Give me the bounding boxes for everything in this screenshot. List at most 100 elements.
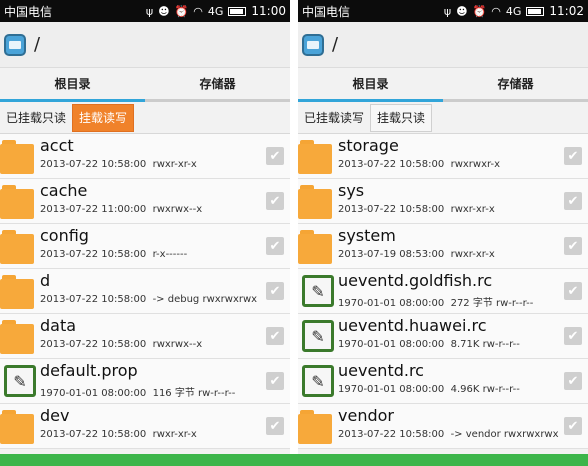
file-meta: 2013-07-22 10:58:00 -> vendor rwxrwxrwx <box>338 429 559 440</box>
file-date: 2013-07-22 10:58:00 <box>338 429 445 440</box>
select-checkbox[interactable]: ✔ <box>266 372 284 390</box>
tab-bar: 根目录 存储器 <box>0 68 290 102</box>
status-bar: 中国电信 ψ ☻ ⏰ ◠ 4G 11:00 <box>0 0 290 22</box>
file-attributes: -> debug rwxrwxrwx <box>152 294 258 305</box>
select-checkbox[interactable]: ✔ <box>564 282 582 300</box>
file-attributes: rwxrwx--x <box>152 204 203 215</box>
file-name: storage <box>338 136 399 155</box>
file-attributes: rwxrwx--x <box>152 339 203 350</box>
file-meta: 2013-07-22 11:00:00 rwxrwx--x <box>40 204 202 215</box>
file-date: 2013-07-22 10:58:00 <box>40 429 147 440</box>
app-icon[interactable] <box>4 33 26 56</box>
file-date: 2013-07-22 10:58:00 <box>338 159 445 170</box>
file-attributes: -> vendor rwxrwxrwx <box>450 429 559 440</box>
file-meta: 2013-07-22 10:58:00 rwxr-xr-x <box>40 429 197 440</box>
file-date: 1970-01-01 08:00:00 <box>40 388 147 399</box>
file-name: cache <box>40 181 88 200</box>
select-checkbox[interactable]: ✔ <box>266 147 284 165</box>
file-date: 2013-07-22 10:58:00 <box>40 159 147 170</box>
file-date: 2013-07-19 08:53:00 <box>338 249 445 260</box>
mount-readonly-button[interactable]: 挂载只读 <box>370 103 433 132</box>
file-name: dev <box>40 406 70 425</box>
file-attributes: 272 字节 rw-r--r-- <box>450 298 534 309</box>
file-list: storage 2013-07-22 10:58:00 rwxrwxr-x ✔ sys… <box>298 134 588 449</box>
mounted-readwrite-label: 已挂载读写 <box>304 111 365 125</box>
alarm-icon: ⏰ <box>472 4 487 18</box>
list-item[interactable]: data 2013-07-22 10:58:00 rwxrwx--x ✔ <box>0 314 290 359</box>
mount-readwrite-button[interactable]: 挂载读写 <box>72 103 135 132</box>
folder-icon <box>0 410 34 444</box>
file-attributes: r-x------ <box>152 249 188 260</box>
mounted-readonly-label: 已挂载只读 <box>6 111 67 125</box>
battery-icon <box>526 6 545 16</box>
select-checkbox[interactable]: ✔ <box>564 417 582 435</box>
clock-label: 11:02 <box>549 4 584 18</box>
select-checkbox[interactable]: ✔ <box>564 372 582 390</box>
file-name: config <box>40 226 89 245</box>
folder-icon <box>0 230 34 264</box>
file-date: 1970-01-01 08:00:00 <box>338 339 445 350</box>
file-name: ueventd.goldfish.rc <box>338 271 493 290</box>
list-item[interactable]: storage 2013-07-22 10:58:00 rwxrwxr-x ✔ <box>298 134 588 179</box>
select-checkbox[interactable]: ✔ <box>564 237 582 255</box>
usb-icon: ψ <box>145 4 154 18</box>
folder-icon <box>298 185 332 219</box>
file-name: d <box>40 271 51 290</box>
mount-bar: 已挂载只读 挂载读写 <box>0 102 290 134</box>
file-attributes: rwxr-xr-x <box>450 249 495 260</box>
list-item[interactable]: config 2013-07-22 10:58:00 r-x------ ✔ <box>0 224 290 269</box>
file-meta: 2013-07-22 10:58:00 rwxr-xr-x <box>338 204 495 215</box>
file-attributes: 4.96K rw-r--r-- <box>450 384 520 395</box>
file-name: default.prop <box>40 361 138 380</box>
select-checkbox[interactable]: ✔ <box>564 192 582 210</box>
select-checkbox[interactable]: ✔ <box>266 327 284 345</box>
folder-icon <box>0 185 34 219</box>
file-attributes: rwxr-xr-x <box>152 429 197 440</box>
current-path: / <box>332 34 339 55</box>
list-item[interactable]: ✎ default.prop 1970-01-01 08:00:00 116 字节 … <box>0 359 290 404</box>
list-item[interactable]: sys 2013-07-22 10:58:00 rwxr-xr-x ✔ <box>298 179 588 224</box>
file-meta: 1970-01-01 08:00:00 272 字节 rw-r--r-- <box>338 294 533 309</box>
tab-root[interactable]: 根目录 <box>298 68 443 102</box>
select-checkbox[interactable]: ✔ <box>266 282 284 300</box>
tab-storage[interactable]: 存储器 <box>443 68 588 102</box>
folder-icon <box>298 410 332 444</box>
right-screen: 中国电信 ψ ☻ ⏰ ◠ 4G 11:02 / 根目录 存储器 已挂载读写 挂载… <box>298 0 588 466</box>
list-item[interactable]: ✎ ueventd.goldfish.rc 1970-01-01 08:00:00 … <box>298 269 588 314</box>
list-item[interactable]: d 2013-07-22 10:58:00 -> debug rwxrwxrwx ✔ <box>0 269 290 314</box>
list-item[interactable]: vendor 2013-07-22 10:58:00 -> vendor rwxr… <box>298 404 588 449</box>
title-bar: / <box>298 22 588 68</box>
wifi-icon: ◠ <box>193 4 203 18</box>
file-name: vendor <box>338 406 394 425</box>
file-attributes: rwxr-xr-x <box>450 204 495 215</box>
file-meta: 2013-07-19 08:53:00 rwxr-xr-x <box>338 249 495 260</box>
select-checkbox[interactable]: ✔ <box>266 417 284 435</box>
list-item[interactable]: ✎ ueventd.huawei.rc 1970-01-01 08:00:00 8.… <box>298 314 588 359</box>
edit-file-icon: ✎ <box>302 275 334 307</box>
signal-icon: 4G <box>505 4 522 18</box>
folder-icon <box>0 320 34 354</box>
file-date: 2013-07-22 10:58:00 <box>40 339 147 350</box>
title-bar: / <box>0 22 290 68</box>
list-item[interactable]: system 2013-07-19 08:53:00 rwxr-xr-x ✔ <box>298 224 588 269</box>
file-date: 2013-07-22 10:58:00 <box>338 204 445 215</box>
list-item[interactable]: dev 2013-07-22 10:58:00 rwxr-xr-x ✔ <box>0 404 290 449</box>
select-checkbox[interactable]: ✔ <box>564 147 582 165</box>
file-attributes: rwxr-xr-x <box>152 159 197 170</box>
list-item[interactable]: cache 2013-07-22 11:00:00 rwxrwx--x ✔ <box>0 179 290 224</box>
list-item[interactable]: ✎ ueventd.rc 1970-01-01 08:00:00 4.96K rw-… <box>298 359 588 404</box>
file-meta: 1970-01-01 08:00:00 116 字节 rw-r--r-- <box>40 384 235 399</box>
file-name: ueventd.huawei.rc <box>338 316 487 335</box>
list-item[interactable]: acct 2013-07-22 10:58:00 rwxr-xr-x ✔ <box>0 134 290 179</box>
select-checkbox[interactable]: ✔ <box>266 237 284 255</box>
select-checkbox[interactable]: ✔ <box>266 192 284 210</box>
app-icon[interactable] <box>302 33 324 56</box>
select-checkbox[interactable]: ✔ <box>564 327 582 345</box>
tab-storage[interactable]: 存储器 <box>145 68 290 102</box>
battery-icon <box>228 6 247 16</box>
cat-icon: ☻ <box>158 4 170 18</box>
file-attributes: 116 字节 rw-r--r-- <box>152 388 236 399</box>
file-attributes: rwxrwxr-x <box>450 159 500 170</box>
tab-root[interactable]: 根目录 <box>0 68 145 102</box>
file-meta: 2013-07-22 10:58:00 rwxrwx--x <box>40 339 202 350</box>
